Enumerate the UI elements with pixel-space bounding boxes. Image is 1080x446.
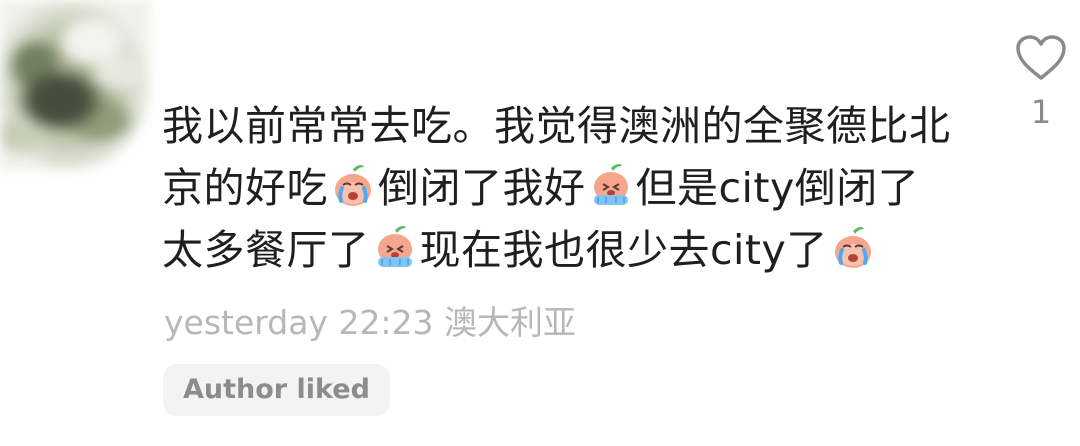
comment-text-segment: 京的好吃: [162, 164, 328, 212]
comment-line-3: 太多餐厅了 现在我也很少去city了: [162, 219, 962, 281]
comment-timestamp: yesterday 22:23: [164, 303, 434, 342]
like-count: 1: [1030, 93, 1052, 131]
comment-text-segment: 倒闭了我好: [378, 164, 586, 212]
comment-text-segment: 太多餐厅了: [162, 226, 370, 274]
comment-line-1: 我以前常常去吃。我觉得澳洲的全聚德比北: [162, 102, 951, 150]
crying-face-emoji: [834, 226, 871, 268]
comment-text-segment: 但是city倒闭了: [635, 164, 920, 212]
author-liked-badge: Author liked: [163, 364, 390, 416]
heart-icon[interactable]: [1015, 34, 1067, 82]
crying-face-emoji: [335, 164, 371, 206]
comment-text-segment: 现在我也很少去city了: [419, 226, 828, 274]
like-button[interactable]: 1: [1011, 34, 1071, 146]
comment-text: 我以前常常去吃。我觉得澳洲的全聚德比北 京的好吃 倒闭了我好 但是city倒闭了…: [162, 95, 962, 281]
sobbing-face-emoji: [377, 225, 412, 267]
comment-location: 澳大利亚: [444, 303, 577, 342]
comment-line-2: 京的好吃 倒闭了我好 但是city倒闭了: [162, 157, 962, 219]
comment-meta: yesterday 22:23 澳大利亚: [164, 296, 576, 344]
user-avatar[interactable]: [0, 0, 150, 170]
sobbing-face-emoji: [593, 163, 628, 205]
